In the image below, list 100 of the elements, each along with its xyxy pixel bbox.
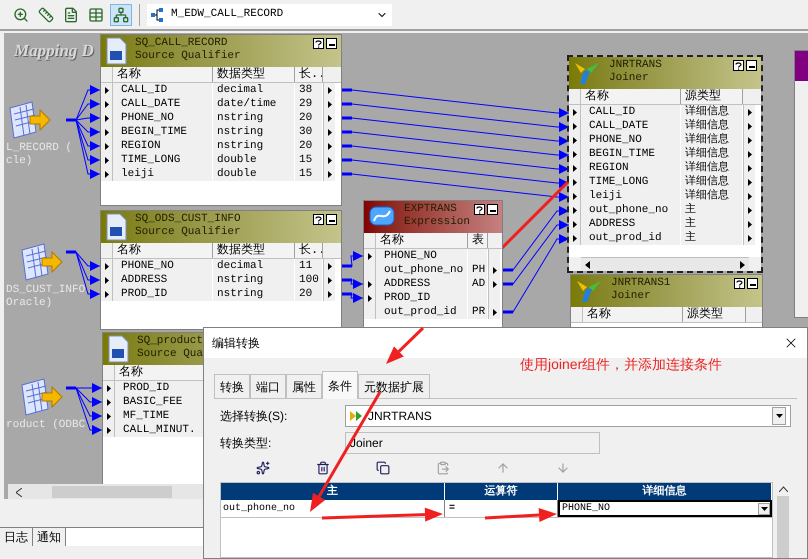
port-slot[interactable] — [569, 231, 581, 245]
field-value: PHONE_NO — [561, 502, 612, 516]
port-cell: double — [213, 153, 295, 167]
port-cell: 30 — [295, 125, 323, 139]
port-cell: 20 — [295, 139, 323, 153]
tool-button[interactable] — [255, 460, 271, 476]
ruler-icon — [38, 6, 54, 22]
connector-line[interactable] — [342, 144, 570, 174]
connector-line[interactable] — [342, 88, 570, 118]
minimize-icon[interactable] — [487, 204, 498, 215]
connector-line[interactable] — [76, 388, 102, 421]
mapping-select[interactable]: M_EDW_CALL_RECORD — [147, 4, 392, 26]
document-icon — [107, 335, 129, 363]
help-icon[interactable] — [474, 204, 485, 215]
connector-line[interactable] — [76, 120, 100, 151]
transformation-node[interactable]: EXPTRANS Expression 名称 表 PHONE_NO out_phone_no PH ADDRESS AD PROD_ID out_prod_id PR — [363, 200, 503, 330]
connector-line[interactable] — [342, 130, 570, 160]
connector-line[interactable] — [76, 252, 100, 285]
connector-line[interactable] — [76, 113, 100, 123]
port-slot[interactable] — [101, 83, 113, 97]
connector-line[interactable] — [76, 99, 100, 120]
connector-line[interactable] — [342, 278, 364, 289]
port-cell: nstring — [213, 111, 295, 125]
connector-line[interactable] — [502, 234, 570, 314]
port-slot[interactable] — [488, 305, 500, 319]
transformation-node[interactable] — [794, 50, 808, 318]
bottom-tab[interactable]: 日志 — [0, 528, 33, 546]
port-cell: 29 — [295, 97, 323, 111]
port-cell: CALL_ID — [113, 83, 213, 97]
bottom-tab[interactable]: 通知 — [33, 528, 66, 546]
port-slot[interactable] — [364, 249, 376, 263]
connector-line[interactable] — [66, 85, 100, 122]
node-type: Source Qualifier — [135, 226, 241, 239]
port-slot[interactable] — [323, 259, 335, 273]
port-cell: leiji — [581, 189, 681, 203]
left-arrow-icon[interactable] — [585, 260, 590, 268]
port-cell: decimal — [213, 83, 295, 97]
tool-button[interactable] — [315, 460, 331, 476]
connector-line[interactable] — [76, 388, 102, 407]
node-type: Source Qualifier — [135, 50, 241, 63]
connector-line[interactable] — [342, 116, 570, 146]
connector-line[interactable] — [76, 120, 100, 137]
help-icon[interactable] — [733, 60, 744, 71]
connector-line[interactable] — [66, 250, 100, 271]
right-arrow-icon[interactable] — [740, 260, 745, 268]
port-cell: date/time — [213, 97, 295, 111]
source-label: DS_CUST_INFO — [6, 284, 86, 297]
help-icon[interactable] — [313, 214, 324, 225]
connector-line[interactable] — [342, 102, 570, 132]
connector-line[interactable] — [76, 120, 100, 165]
port-slot[interactable] — [323, 83, 335, 97]
tool-button[interactable] — [375, 460, 391, 476]
connector-line[interactable] — [342, 292, 364, 303]
port-cell: REGION — [581, 161, 681, 175]
node-name: SQ_CALL_RECORD — [135, 37, 228, 50]
port-slot[interactable] — [743, 105, 755, 119]
port-slot[interactable] — [323, 167, 335, 181]
dialog-tab[interactable]: 属性 — [286, 374, 322, 398]
port-slot[interactable] — [323, 287, 335, 301]
minimize-icon[interactable] — [326, 214, 337, 225]
port-cell: AD — [468, 277, 488, 291]
port-cell: CALL_DATE — [113, 97, 213, 111]
help-icon[interactable] — [313, 38, 324, 49]
port-cell: 详细信息 — [681, 133, 743, 147]
port-cell: 详细信息 — [681, 175, 743, 189]
connector-line[interactable] — [502, 206, 570, 272]
dialog-tab[interactable]: 端口 — [250, 374, 286, 398]
horizontal-scrollbar[interactable] — [581, 257, 749, 271]
dialog-tab[interactable]: 条件 — [322, 371, 358, 399]
port-cell: out_phone_no — [581, 203, 681, 217]
minimize-icon[interactable] — [747, 278, 758, 289]
connector-line[interactable] — [342, 251, 364, 268]
connector-line[interactable] — [76, 120, 100, 179]
port-slot[interactable] — [103, 423, 115, 437]
minimize-icon[interactable] — [326, 38, 337, 49]
port-cell: double — [213, 167, 295, 181]
help-icon[interactable] — [734, 278, 745, 289]
minimize-icon[interactable] — [746, 60, 757, 71]
connector-line[interactable] — [502, 220, 570, 286]
dialog-tab[interactable]: 转换 — [214, 374, 250, 398]
connector-line[interactable] — [342, 172, 570, 202]
port-cell: BEGIN_TIME — [113, 125, 213, 139]
port-arrow-icon — [492, 308, 496, 316]
port-cell: 15 — [295, 153, 323, 167]
port-slot[interactable] — [569, 105, 581, 119]
transformation-node[interactable]: JNRTRANS Joiner 名称 源类型 CALL_ID 详细信息 CALL_DATE 详细信息 PHONE_NO 详细信息 BEGIN_TIME 详细信息 REGION 详细信息 TIME_LONG 详细信息 leiji 详细信息 out_phone_no 主 ADDRESS 主 out_prod_id 主 — [569, 57, 761, 271]
port-slot[interactable] — [103, 381, 115, 395]
port-slot[interactable] — [101, 259, 113, 273]
port-slot[interactable] — [101, 287, 113, 301]
dialog-tab[interactable]: 元数据扩展 — [358, 374, 430, 398]
port-slot[interactable] — [101, 167, 113, 181]
toolbar-button[interactable] — [110, 4, 132, 26]
port-cell: PHONE_NO — [113, 111, 213, 125]
detail-select[interactable]: PHONE_NO — [558, 500, 772, 517]
transformation-select[interactable]: JNRTRANS — [345, 405, 791, 427]
port-cell: PROD_ID — [113, 287, 213, 301]
port-slot[interactable] — [743, 231, 755, 245]
port-cell: out_phone_no — [376, 263, 468, 277]
connector-line[interactable] — [66, 383, 102, 393]
column-header[interactable]: 运算符 — [445, 483, 558, 500]
